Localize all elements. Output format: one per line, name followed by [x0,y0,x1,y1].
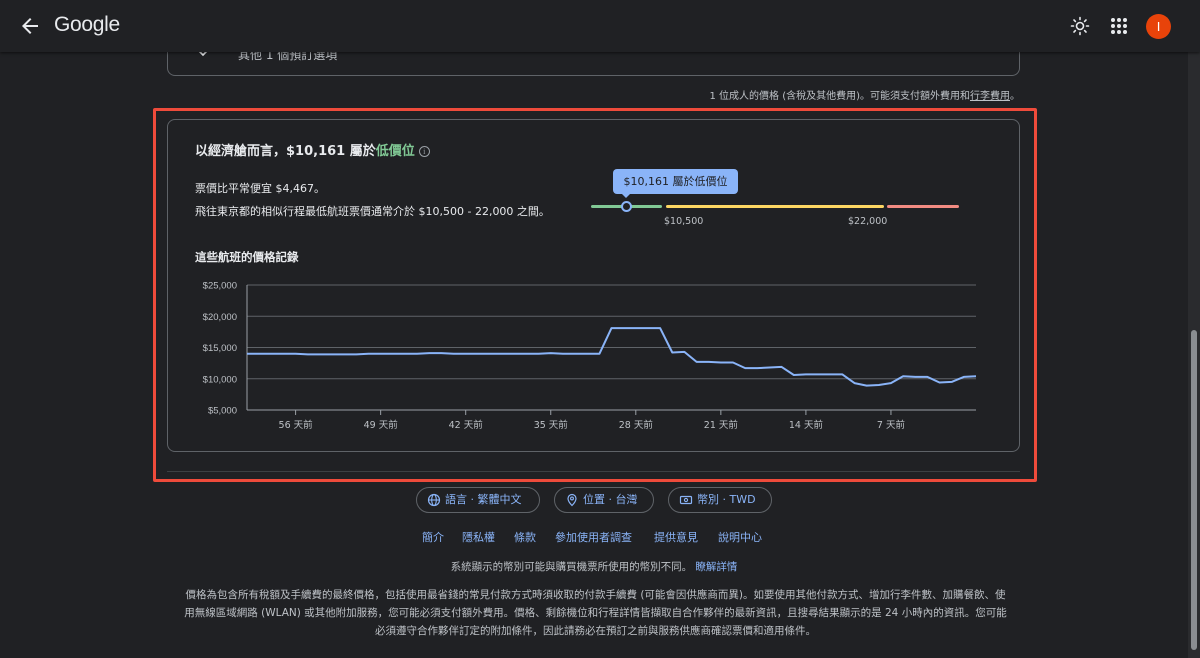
x-tick-label: 49 天前 [364,419,398,431]
footer-link-survey[interactable]: 參加使用者調查 [555,529,632,545]
baggage-fees-link[interactable]: 行李費用 [970,91,1010,102]
theme-brightness-icon[interactable] [1068,14,1092,38]
typical-range-text: 飛往東京都的相似行程最低航班票價通常介於 $10,500 - 22,000 之間… [195,205,550,218]
location-pin-icon [567,493,577,507]
currency-chip-label: 幣別 · TWD [697,493,756,506]
back-arrow-icon[interactable] [18,14,42,38]
y-tick-label: $10,000 [203,374,237,385]
footer-link-help[interactable]: 說明中心 [718,529,762,545]
footer-link-terms[interactable]: 條款 [514,529,536,545]
footer-link-privacy[interactable]: 隱私權 [462,529,495,545]
footer-link-about[interactable]: 簡介 [422,529,444,545]
footer-link-feedback[interactable]: 提供意見 [654,529,698,545]
y-tick-label: $5,000 [208,406,237,417]
x-tick-label: 14 天前 [789,419,823,431]
price-level: 低價位 [375,144,415,159]
tooltip-arrow [621,193,631,198]
globe-icon [427,493,441,507]
x-tick-label: 7 天前 [877,419,905,431]
range-typical-segment [666,205,884,208]
price-tooltip: $10,161 屬於低價位 [613,169,738,194]
location-chip[interactable]: 位置 · 台灣 [554,487,654,513]
current-price-marker [621,201,632,212]
apps-grid-icon[interactable] [1107,14,1131,38]
x-tick-label: 35 天前 [534,419,568,431]
range-high-label: $22,000 [848,216,888,227]
language-chip[interactable]: 語言 · 繁體中文 [416,487,540,513]
price-note-text: 1 位成人的價格 (含稅及其他費用)。可能須支付額外費用和 [709,91,970,102]
price-insight-title: 以經濟艙而言，$10,161 屬於低價位 i [195,140,430,159]
x-tick-label: 42 天前 [449,419,483,431]
section-divider [167,471,1020,472]
location-chip-label: 位置 · 台灣 [583,493,638,506]
price-note-suffix: 。 [1010,91,1020,102]
y-tick-label: $15,000 [203,343,237,354]
language-chip-label: 語言 · 繁體中文 [445,493,522,506]
learn-more-link[interactable]: 瞭解詳情 [695,561,737,573]
currency-note-icon [679,495,693,505]
cheaper-than-usual: 票價比平常便宜 $4,467。 [195,182,325,195]
x-tick-label: 21 天前 [704,419,738,431]
account-avatar[interactable]: I [1146,14,1171,39]
title-prefix: 以經濟艙而言，$10,161 屬於 [195,144,376,159]
pricing-disclaimer: 價格為包含所有稅額及手續費的最終價格，包括使用最省錢的常見付款方式時須收取的付款… [184,589,1007,637]
google-logo[interactable]: Google [54,13,120,37]
price-series-line [247,327,977,387]
x-tick-label: 28 天前 [619,419,653,431]
currency-note: 系統顯示的幣別可能與購買機票所使用的幣別不同。 瞭解詳情 [0,559,1188,574]
scrollbar-thumb[interactable] [1191,330,1197,650]
y-tick-label: $25,000 [203,281,237,292]
info-icon[interactable]: i [418,146,430,157]
range-high-segment [887,205,959,208]
x-tick-label: 56 天前 [279,419,313,431]
price-note: 1 位成人的價格 (含稅及其他費用)。可能須支付額外費用和行李費用。 [709,87,1020,102]
top-app-bar: Google I [0,0,1200,52]
range-low-label: $10,500 [664,216,704,227]
y-tick-label: $20,000 [203,312,237,323]
price-history-chart[interactable]: $5,000 $10,000 $15,000 $20,000 $25,000 56 天前 4… [190,275,990,440]
currency-note-text: 系統顯示的幣別可能與購買機票所使用的幣別不同。 [450,561,693,573]
price-history-title: 這些航班的價格記錄 [195,250,299,264]
currency-chip[interactable]: 幣別 · TWD [668,487,772,513]
